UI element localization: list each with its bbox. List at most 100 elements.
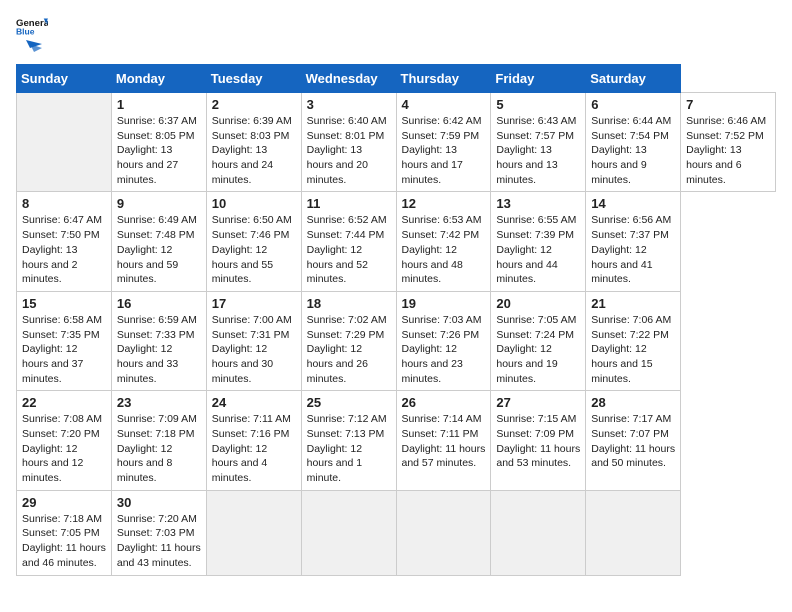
cell-info: Sunrise: 6:50 AMSunset: 7:46 PMDaylight:…: [212, 214, 292, 285]
calendar-cell: 30 Sunrise: 7:20 AMSunset: 7:03 PMDayligh…: [111, 490, 206, 575]
day-number: 24: [212, 395, 296, 410]
day-number: 2: [212, 97, 296, 112]
calendar-cell: 23 Sunrise: 7:09 AMSunset: 7:18 PMDayligh…: [111, 391, 206, 490]
day-number: 29: [22, 495, 106, 510]
day-number: 7: [686, 97, 770, 112]
cell-info: Sunrise: 7:17 AMSunset: 7:07 PMDaylight:…: [591, 413, 675, 469]
day-number: 17: [212, 296, 296, 311]
day-number: 18: [307, 296, 391, 311]
cell-info: Sunrise: 6:52 AMSunset: 7:44 PMDaylight:…: [307, 214, 387, 285]
day-header-sunday: Sunday: [17, 65, 112, 93]
calendar-cell: 26 Sunrise: 7:14 AMSunset: 7:11 PMDayligh…: [396, 391, 491, 490]
cell-info: Sunrise: 6:56 AMSunset: 7:37 PMDaylight:…: [591, 214, 671, 285]
day-number: 10: [212, 196, 296, 211]
header-row: SundayMondayTuesdayWednesdayThursdayFrid…: [17, 65, 776, 93]
cell-info: Sunrise: 7:09 AMSunset: 7:18 PMDaylight:…: [117, 413, 197, 484]
calendar-cell: [396, 490, 491, 575]
cell-info: Sunrise: 7:08 AMSunset: 7:20 PMDaylight:…: [22, 413, 102, 484]
day-number: 23: [117, 395, 201, 410]
calendar-cell: 28 Sunrise: 7:17 AMSunset: 7:07 PMDayligh…: [586, 391, 681, 490]
day-number: 3: [307, 97, 391, 112]
day-number: 4: [402, 97, 486, 112]
day-number: 1: [117, 97, 201, 112]
day-header-wednesday: Wednesday: [301, 65, 396, 93]
cell-info: Sunrise: 6:40 AMSunset: 8:01 PMDaylight:…: [307, 115, 387, 186]
day-header-friday: Friday: [491, 65, 586, 93]
day-number: 25: [307, 395, 391, 410]
day-number: 28: [591, 395, 675, 410]
cell-info: Sunrise: 6:58 AMSunset: 7:35 PMDaylight:…: [22, 314, 102, 385]
day-number: 6: [591, 97, 675, 112]
calendar-cell: [17, 93, 112, 192]
svg-text:Blue: Blue: [16, 27, 35, 36]
cell-info: Sunrise: 6:47 AMSunset: 7:50 PMDaylight:…: [22, 214, 102, 285]
calendar-cell: 11Sunrise: 6:52 AMSunset: 7:44 PMDayligh…: [301, 192, 396, 291]
calendar-cell: [586, 490, 681, 575]
calendar-cell: 7 Sunrise: 6:46 AMSunset: 7:52 PMDaylight…: [681, 93, 776, 192]
cell-info: Sunrise: 6:59 AMSunset: 7:33 PMDaylight:…: [117, 314, 197, 385]
day-header-thursday: Thursday: [396, 65, 491, 93]
cell-info: Sunrise: 7:14 AMSunset: 7:11 PMDaylight:…: [402, 413, 486, 469]
calendar-week-1: 1 Sunrise: 6:37 AMSunset: 8:05 PMDaylight…: [17, 93, 776, 192]
day-number: 30: [117, 495, 201, 510]
day-header-tuesday: Tuesday: [206, 65, 301, 93]
day-number: 22: [22, 395, 106, 410]
cell-info: Sunrise: 7:18 AMSunset: 7:05 PMDaylight:…: [22, 513, 106, 569]
cell-info: Sunrise: 7:12 AMSunset: 7:13 PMDaylight:…: [307, 413, 387, 484]
calendar-cell: 24 Sunrise: 7:11 AMSunset: 7:16 PMDayligh…: [206, 391, 301, 490]
cell-info: Sunrise: 6:49 AMSunset: 7:48 PMDaylight:…: [117, 214, 197, 285]
calendar-cell: 3 Sunrise: 6:40 AMSunset: 8:01 PMDaylight…: [301, 93, 396, 192]
calendar-cell: 14Sunrise: 6:56 AMSunset: 7:37 PMDayligh…: [586, 192, 681, 291]
cell-info: Sunrise: 7:20 AMSunset: 7:03 PMDaylight:…: [117, 513, 201, 569]
day-number: 27: [496, 395, 580, 410]
calendar-cell: 4 Sunrise: 6:42 AMSunset: 7:59 PMDaylight…: [396, 93, 491, 192]
calendar-week-4: 22 Sunrise: 7:08 AMSunset: 7:20 PMDayligh…: [17, 391, 776, 490]
day-number: 12: [402, 196, 486, 211]
calendar-cell: 19Sunrise: 7:03 AMSunset: 7:26 PMDayligh…: [396, 291, 491, 390]
logo: General Blue: [16, 16, 48, 56]
calendar-cell: 13 Sunrise: 6:55 AMSunset: 7:39 PMDayligh…: [491, 192, 586, 291]
day-number: 13: [496, 196, 580, 211]
day-number: 19: [402, 296, 486, 311]
cell-info: Sunrise: 6:43 AMSunset: 7:57 PMDaylight:…: [496, 115, 576, 186]
day-number: 26: [402, 395, 486, 410]
calendar-cell: 20Sunrise: 7:05 AMSunset: 7:24 PMDayligh…: [491, 291, 586, 390]
calendar-cell: 29 Sunrise: 7:18 AMSunset: 7:05 PMDayligh…: [17, 490, 112, 575]
calendar-cell: 27Sunrise: 7:15 AMSunset: 7:09 PMDayligh…: [491, 391, 586, 490]
calendar-week-3: 15 Sunrise: 6:58 AMSunset: 7:35 PMDayligh…: [17, 291, 776, 390]
calendar-cell: 9Sunrise: 6:49 AMSunset: 7:48 PMDaylight…: [111, 192, 206, 291]
day-number: 20: [496, 296, 580, 311]
calendar-table: SundayMondayTuesdayWednesdayThursdayFrid…: [16, 64, 776, 576]
calendar-cell: 1 Sunrise: 6:37 AMSunset: 8:05 PMDaylight…: [111, 93, 206, 192]
calendar-cell: 18 Sunrise: 7:02 AMSunset: 7:29 PMDayligh…: [301, 291, 396, 390]
calendar-cell: 6 Sunrise: 6:44 AMSunset: 7:54 PMDaylight…: [586, 93, 681, 192]
cell-info: Sunrise: 6:37 AMSunset: 8:05 PMDaylight:…: [117, 115, 197, 186]
calendar-cell: [491, 490, 586, 575]
cell-info: Sunrise: 6:42 AMSunset: 7:59 PMDaylight:…: [402, 115, 482, 186]
cell-info: Sunrise: 6:55 AMSunset: 7:39 PMDaylight:…: [496, 214, 576, 285]
cell-info: Sunrise: 7:11 AMSunset: 7:16 PMDaylight:…: [212, 413, 291, 484]
cell-info: Sunrise: 6:53 AMSunset: 7:42 PMDaylight:…: [402, 214, 482, 285]
logo-bird-icon: [18, 38, 42, 56]
calendar-cell: 10 Sunrise: 6:50 AMSunset: 7:46 PMDayligh…: [206, 192, 301, 291]
calendar-cell: 21 Sunrise: 7:06 AMSunset: 7:22 PMDayligh…: [586, 291, 681, 390]
cell-info: Sunrise: 7:00 AMSunset: 7:31 PMDaylight:…: [212, 314, 292, 385]
cell-info: Sunrise: 6:39 AMSunset: 8:03 PMDaylight:…: [212, 115, 292, 186]
calendar-cell: 16 Sunrise: 6:59 AMSunset: 7:33 PMDayligh…: [111, 291, 206, 390]
calendar-cell: 8Sunrise: 6:47 AMSunset: 7:50 PMDaylight…: [17, 192, 112, 291]
calendar-cell: 5 Sunrise: 6:43 AMSunset: 7:57 PMDaylight…: [491, 93, 586, 192]
calendar-week-5: 29 Sunrise: 7:18 AMSunset: 7:05 PMDayligh…: [17, 490, 776, 575]
day-number: 5: [496, 97, 580, 112]
calendar-cell: 17 Sunrise: 7:00 AMSunset: 7:31 PMDayligh…: [206, 291, 301, 390]
calendar-cell: 15 Sunrise: 6:58 AMSunset: 7:35 PMDayligh…: [17, 291, 112, 390]
day-number: 15: [22, 296, 106, 311]
day-number: 21: [591, 296, 675, 311]
cell-info: Sunrise: 7:02 AMSunset: 7:29 PMDaylight:…: [307, 314, 387, 385]
cell-info: Sunrise: 6:46 AMSunset: 7:52 PMDaylight:…: [686, 115, 766, 186]
cell-info: Sunrise: 6:44 AMSunset: 7:54 PMDaylight:…: [591, 115, 671, 186]
calendar-cell: [301, 490, 396, 575]
day-number: 16: [117, 296, 201, 311]
cell-info: Sunrise: 7:06 AMSunset: 7:22 PMDaylight:…: [591, 314, 671, 385]
calendar-cell: 25 Sunrise: 7:12 AMSunset: 7:13 PMDayligh…: [301, 391, 396, 490]
day-header-monday: Monday: [111, 65, 206, 93]
